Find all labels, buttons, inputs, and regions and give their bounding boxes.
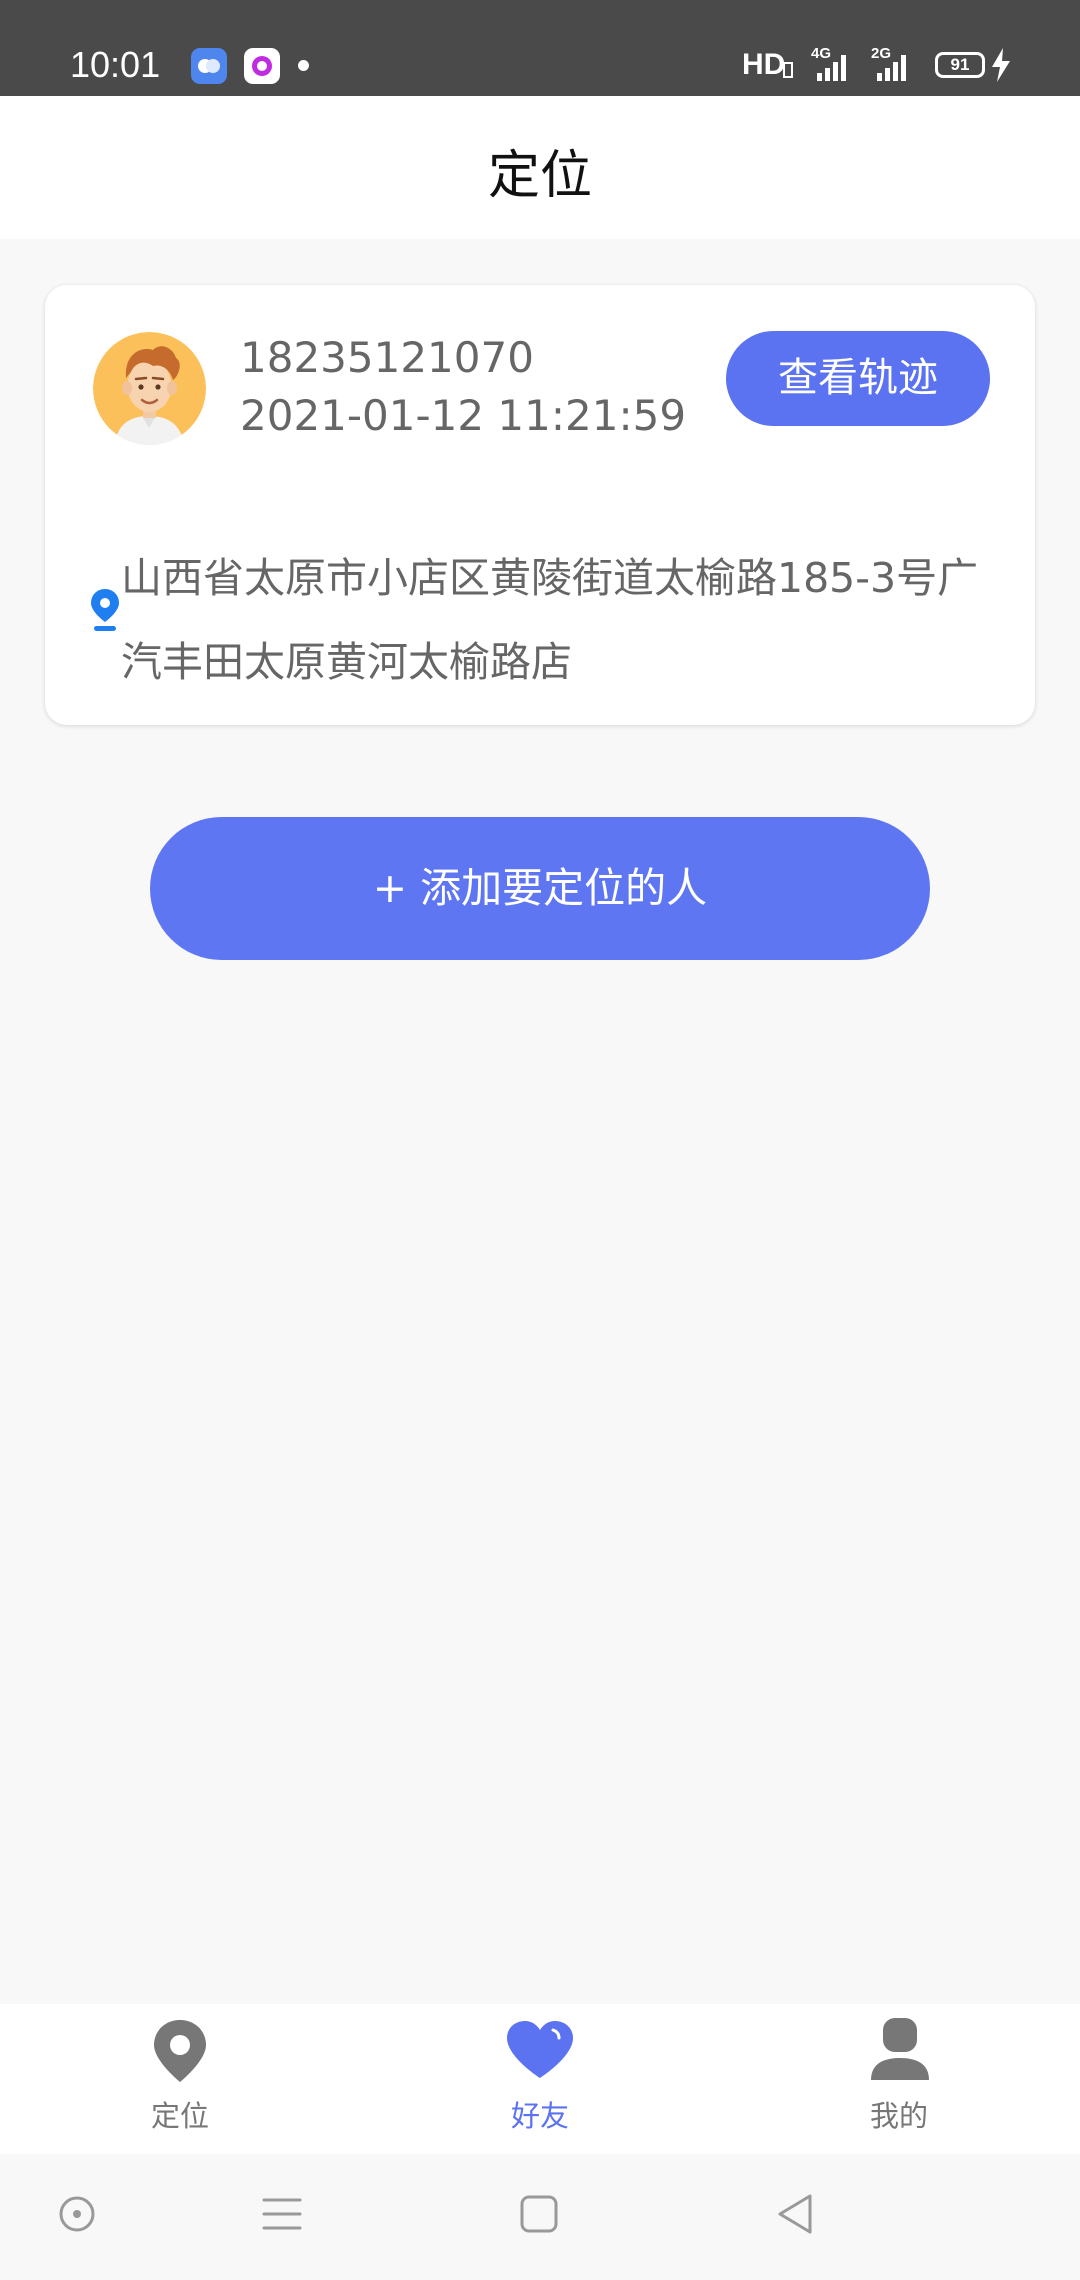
page-title: 定位 (487, 146, 592, 206)
avatar[interactable] (93, 332, 206, 445)
view-track-button[interactable]: 查看轨迹 (726, 331, 990, 426)
volte-icon (783, 62, 793, 78)
app-notification-icon (191, 48, 227, 84)
battery-icon: 91 (935, 52, 985, 78)
add-person-button[interactable]: + 添加要定位的人 (150, 817, 930, 960)
menu-button-icon[interactable] (262, 2196, 302, 2236)
back-button-icon[interactable] (776, 2192, 816, 2240)
tab-location[interactable]: 定位 (110, 2093, 250, 2135)
friend-phone-number: 18235121070 (240, 333, 534, 382)
status-time: 10:01 (70, 44, 161, 85)
tab-mine[interactable]: 我的 (829, 2093, 969, 2135)
tab-friends[interactable]: 好友 (470, 2093, 610, 2135)
location-pin-icon (90, 588, 120, 636)
hd-indicator: HD (742, 48, 786, 81)
signal-4g-icon: 4G (811, 45, 853, 83)
assistant-button-icon[interactable] (57, 2194, 97, 2238)
more-notifications-dot (298, 60, 309, 71)
home-button-icon[interactable] (519, 2194, 559, 2238)
app-notification-icon-2 (244, 48, 280, 84)
heart-icon[interactable] (505, 2020, 575, 2084)
person-icon[interactable] (869, 2018, 931, 2088)
charging-icon (990, 48, 1012, 86)
signal-2g-icon: 2G (871, 45, 919, 83)
location-pin-icon[interactable] (150, 2018, 210, 2088)
location-timestamp: 2021-01-12 11:21:59 (240, 391, 687, 440)
friend-address: 山西省太原市小店区黄陵街道太榆路185-3号广汽丰田太原黄河太榆路店 (121, 554, 979, 686)
